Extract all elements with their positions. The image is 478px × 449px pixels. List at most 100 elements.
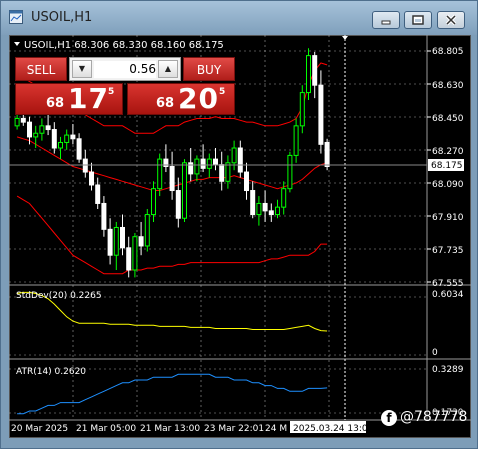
minimize-icon bbox=[381, 20, 391, 25]
candle-body bbox=[213, 158, 218, 166]
crosshair-time-label: 2025.03.24 13:00 bbox=[293, 424, 374, 434]
candle-body bbox=[14, 117, 20, 127]
watermark: f @787778 bbox=[381, 409, 478, 429]
candle-body bbox=[64, 134, 70, 143]
stddev-tick: 0 bbox=[432, 348, 438, 358]
buy-price-fraction: 5 bbox=[219, 87, 226, 97]
candle-body bbox=[200, 158, 206, 169]
candle-body bbox=[89, 171, 94, 186]
candle-body bbox=[318, 84, 324, 145]
price-tick: 68.450 bbox=[432, 114, 464, 124]
candle-body bbox=[275, 206, 280, 216]
sell-price-pips: 17 bbox=[68, 82, 109, 115]
candle-body bbox=[144, 214, 150, 247]
candle-body bbox=[120, 226, 125, 249]
candle-body bbox=[225, 162, 231, 182]
candle-body bbox=[20, 117, 26, 123]
candle-body bbox=[76, 138, 82, 160]
candle-body bbox=[132, 236, 138, 271]
atr-indicator bbox=[17, 373, 328, 415]
lot-decrease-button[interactable]: ▼ bbox=[72, 60, 92, 78]
close-button[interactable] bbox=[437, 11, 465, 29]
sell-price-fraction: 5 bbox=[108, 87, 115, 97]
candle-body bbox=[237, 147, 243, 173]
candle-body bbox=[113, 226, 119, 256]
shift-marker-icon[interactable] bbox=[342, 36, 348, 40]
sell-price[interactable]: 68 17 5 bbox=[15, 82, 123, 115]
candle-body bbox=[250, 190, 256, 216]
minimize-button[interactable] bbox=[372, 11, 400, 29]
candle-body bbox=[157, 158, 163, 190]
candle-body bbox=[281, 188, 287, 208]
price-tick: 67.555 bbox=[432, 279, 464, 289]
sell-button[interactable]: SELL bbox=[15, 57, 67, 81]
candle-body bbox=[175, 190, 181, 219]
candle-body bbox=[82, 158, 88, 173]
atr-line bbox=[17, 373, 328, 415]
candle-body bbox=[306, 55, 311, 94]
restore-button[interactable] bbox=[404, 11, 432, 29]
candle-body bbox=[95, 184, 101, 204]
candle-body bbox=[126, 247, 132, 271]
candle-body bbox=[33, 132, 39, 138]
candle-body bbox=[312, 55, 318, 86]
stddev-label: StdDev(20) 0.2265 bbox=[16, 291, 102, 301]
stddev-tick: 0.6034 bbox=[432, 290, 464, 300]
candle-body bbox=[268, 210, 274, 216]
buy-button[interactable]: BUY bbox=[183, 57, 235, 81]
lot-increase-button[interactable]: ▲ bbox=[158, 60, 178, 78]
candle-body bbox=[188, 162, 194, 175]
facebook-icon: f bbox=[381, 410, 397, 426]
candle-body bbox=[293, 125, 299, 156]
buy-price-prefix: 68 bbox=[156, 96, 175, 111]
time-tick: 21 Mar 13:00 bbox=[140, 424, 200, 434]
price-tick: 68.630 bbox=[432, 81, 464, 91]
price-tick: 67.735 bbox=[432, 246, 464, 256]
candle-body bbox=[138, 236, 144, 247]
watermark-text: @787778 bbox=[400, 409, 468, 425]
candle-body bbox=[182, 162, 187, 219]
buy-price[interactable]: 68 20 5 bbox=[127, 82, 235, 115]
candle-body bbox=[70, 134, 76, 140]
lot-size-control: ▼ 0.56 ▲ bbox=[69, 57, 181, 81]
candle-body bbox=[151, 188, 156, 216]
title-bar[interactable]: USOIL,H1 bbox=[1, 1, 477, 35]
time-tick: 24 M bbox=[265, 424, 287, 434]
candle-body bbox=[27, 121, 32, 138]
candle-body bbox=[256, 202, 262, 216]
price-tick: 67.910 bbox=[432, 213, 464, 223]
atr-tick: 0.3289 bbox=[432, 365, 464, 375]
band-lower-line bbox=[16, 195, 328, 275]
price-tick: 68.805 bbox=[432, 47, 464, 57]
time-tick: 23 Mar 22:01 bbox=[204, 424, 264, 434]
candle-body bbox=[107, 228, 113, 256]
chart-header: USOIL,H1 68.306 68.330 68.160 68.175 bbox=[24, 40, 224, 51]
candle-body bbox=[101, 202, 107, 230]
candle-body bbox=[244, 171, 249, 192]
candle-body bbox=[324, 141, 330, 167]
price-tick: 68.270 bbox=[432, 147, 464, 157]
candle-body bbox=[169, 166, 175, 192]
candle-body bbox=[219, 164, 225, 182]
candle-body bbox=[206, 158, 212, 169]
candle-body bbox=[262, 202, 268, 212]
candle-body bbox=[51, 129, 57, 149]
time-tick: 20 Mar 2025 bbox=[11, 424, 68, 434]
sell-price-prefix: 68 bbox=[46, 96, 65, 111]
candle-body bbox=[39, 125, 45, 134]
chart-menu-icon[interactable] bbox=[14, 42, 20, 46]
candle-body bbox=[287, 154, 293, 190]
one-click-trading-panel: SELL ▼ 0.56 ▲ BUY 68 17 5 68 20 5 bbox=[15, 57, 235, 117]
chart-window-icon bbox=[9, 10, 23, 24]
restore-icon bbox=[412, 15, 424, 25]
chart-window: USOIL,H1 USOIL,H1 68.306 68.330 68.160 6… bbox=[0, 0, 478, 449]
lot-size-input[interactable]: 0.56 bbox=[94, 61, 156, 78]
candle-body bbox=[58, 141, 63, 149]
buy-price-pips: 20 bbox=[178, 82, 219, 115]
current-price-label: 68.175 bbox=[431, 161, 463, 171]
candle-body bbox=[45, 125, 51, 131]
atr-label: ATR(14) 0.2620 bbox=[16, 367, 86, 377]
time-tick: 21 Mar 05:00 bbox=[76, 424, 136, 434]
close-icon bbox=[445, 14, 457, 26]
window-title: USOIL,H1 bbox=[31, 10, 93, 25]
